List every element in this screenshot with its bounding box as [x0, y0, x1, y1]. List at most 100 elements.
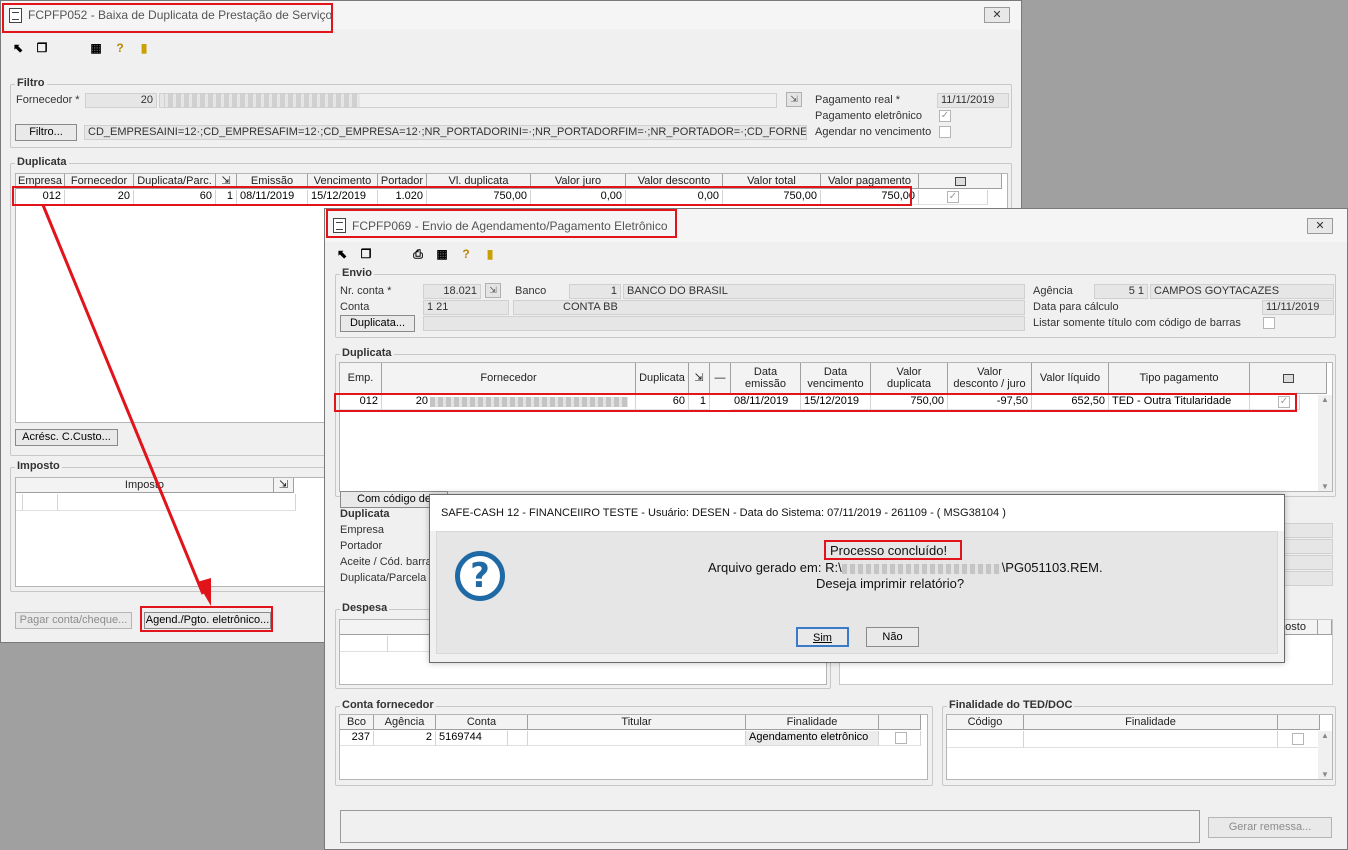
col-valor-desconto-juro[interactable]: Valor desconto / juro — [948, 363, 1032, 394]
sim-button[interactable]: Sim — [796, 627, 849, 647]
cell-select[interactable] — [1278, 731, 1320, 748]
table-row[interactable]: 012 20 60 1 08/11/2019 15/12/2019 750,00… — [340, 395, 1300, 410]
execute-icon[interactable]: ⬉ — [11, 41, 25, 55]
col-imposto[interactable]: Imposto — [16, 478, 274, 493]
row-checkbox[interactable]: ✓ — [1278, 396, 1290, 408]
col-vl-duplicata[interactable]: Vl. duplicata — [427, 174, 531, 189]
cell-titular — [528, 731, 746, 746]
col-fornecedor[interactable]: Fornecedor — [65, 174, 134, 189]
filtro-button[interactable]: Filtro... — [15, 124, 77, 141]
col-select-all[interactable] — [919, 174, 1002, 189]
col-duplicata[interactable]: Duplicata — [636, 363, 689, 394]
nr-conta-label: Nr. conta * — [340, 285, 392, 297]
table-row[interactable]: 237 2 5169744 Agendamento eletrônico — [340, 731, 921, 746]
row-checkbox[interactable]: ✓ — [947, 191, 959, 203]
cell-tipo-pagamento: TED - Outra Titularidade — [1109, 395, 1250, 410]
table-row[interactable]: 012 20 60 1 08/11/2019 15/12/2019 1.020 … — [16, 190, 988, 205]
cell-agencia: 2 — [374, 731, 436, 746]
col-duplicata-parc[interactable]: Duplicata/Parc. — [134, 174, 216, 189]
duplicata-info-field — [423, 316, 1025, 331]
nao-button[interactable]: Não — [866, 627, 919, 647]
col-select-all[interactable] — [1250, 363, 1327, 394]
col-agencia[interactable]: Agência — [374, 715, 436, 730]
nr-conta-lookup-button[interactable]: ⇲ — [485, 283, 501, 298]
document-icon — [9, 7, 22, 23]
execute-icon[interactable]: ⬉ — [335, 247, 349, 261]
col-valor-total[interactable]: Valor total — [723, 174, 821, 189]
col-titular[interactable]: Titular — [528, 715, 746, 730]
col-empresa[interactable]: Empresa — [16, 174, 65, 189]
col-sort-icon[interactable]: ⇲ — [216, 174, 237, 189]
col-imposto-sort-icon[interactable]: ⇲ — [274, 478, 294, 493]
windows-icon[interactable]: ❐ — [35, 41, 49, 55]
col-valor-desconto[interactable]: Valor desconto — [626, 174, 723, 189]
col-emissao[interactable]: Emissão — [237, 174, 308, 189]
scroll-down-icon[interactable]: ▼ — [1318, 482, 1332, 491]
col-blank — [1318, 620, 1332, 635]
col-data-vencimento[interactable]: Data vencimento — [801, 363, 871, 394]
nr-conta-field[interactable]: 18.021 — [423, 284, 481, 299]
table-row[interactable] — [16, 494, 296, 511]
calculator-icon[interactable]: ▦ — [435, 247, 449, 261]
fornecedor-lookup-button[interactable]: ⇲ — [786, 92, 802, 107]
windows-icon[interactable]: ❐ — [359, 247, 373, 261]
status-bar — [340, 810, 1200, 843]
agend-pgto-eletronico-button[interactable]: Agend./Pgto. eletrônico... — [144, 612, 271, 629]
col-valor-duplicata[interactable]: Valor duplicata — [871, 363, 948, 394]
row-checkbox[interactable] — [1292, 733, 1304, 745]
acresc-ccusto-button[interactable]: Acrésc. C.Custo... — [15, 429, 118, 446]
col-valor-liquido[interactable]: Valor líquido — [1032, 363, 1109, 394]
window2-close-button[interactable]: ✕ — [1307, 218, 1333, 234]
cell-select[interactable]: ✓ — [1250, 395, 1300, 410]
exit-door-icon[interactable]: ▮ — [483, 247, 497, 261]
col-finalidade[interactable]: Finalidade — [1024, 715, 1278, 730]
col-conta[interactable]: Conta — [436, 715, 528, 730]
filtro-text-field[interactable]: CD_EMPRESAINI=12·;CD_EMPRESAFIM=12·;CD_E… — [84, 125, 807, 140]
help-icon[interactable]: ? — [113, 41, 127, 55]
filtro-group-title: Filtro — [15, 77, 47, 89]
cell-select[interactable]: ✓ — [919, 190, 988, 205]
cell-vencimento: 15/12/2019 — [308, 190, 378, 205]
listar-codigo-barras-checkbox[interactable] — [1263, 317, 1275, 329]
path-redacted — [841, 563, 1002, 574]
duplicata-button[interactable]: Duplicata... — [340, 315, 415, 332]
col-valor-pagamento[interactable]: Valor pagamento — [821, 174, 919, 189]
gerar-remessa-button[interactable]: Gerar remessa... — [1208, 817, 1332, 838]
cell-select[interactable] — [879, 731, 921, 746]
col-data-emissao[interactable]: Data emissão — [731, 363, 801, 394]
col-vencimento[interactable]: Vencimento — [308, 174, 378, 189]
calculator-icon[interactable]: ▦ — [89, 41, 103, 55]
duplicata-envio-grid: Emp. Fornecedor Duplicata ⇲ — Data emiss… — [339, 362, 1333, 492]
col-tipo-pagamento[interactable]: Tipo pagamento — [1109, 363, 1250, 394]
col-parcela[interactable]: — — [710, 363, 731, 394]
help-icon[interactable]: ? — [459, 247, 473, 261]
pagar-conta-button[interactable]: Pagar conta/cheque... — [15, 612, 132, 629]
question-icon: ? — [455, 551, 505, 601]
col-bco[interactable]: Bco — [340, 715, 374, 730]
window1-close-button[interactable]: ✕ — [984, 7, 1010, 23]
scroll-up-icon[interactable]: ▲ — [1318, 395, 1332, 404]
scroll-up-icon[interactable]: ▲ — [1318, 731, 1332, 740]
table-row[interactable] — [947, 731, 1320, 748]
exit-door-icon[interactable]: ▮ — [137, 41, 151, 55]
duplicata-scrollbar[interactable]: ▲ ▼ — [1318, 395, 1332, 491]
dialog-message-line2: Arquivo gerado em: R:\ \PG051103.REM. — [708, 560, 1103, 575]
col-emp[interactable]: Emp. — [340, 363, 382, 394]
cell-duplicata: 60 — [636, 395, 689, 410]
agendar-vencimento-checkbox[interactable] — [939, 126, 951, 138]
pagamento-real-field[interactable]: 11/11/2019 — [937, 93, 1009, 108]
data-calculo-field[interactable]: 11/11/2019 — [1262, 300, 1334, 315]
col-codigo[interactable]: Código — [947, 715, 1024, 730]
col-valor-juro[interactable]: Valor juro — [531, 174, 626, 189]
row-checkbox[interactable] — [895, 732, 907, 744]
scroll-down-icon[interactable]: ▼ — [1318, 770, 1332, 779]
col-portador[interactable]: Portador — [378, 174, 427, 189]
pagamento-eletronico-checkbox[interactable]: ✓ — [939, 110, 951, 122]
col-finalidade[interactable]: Finalidade — [746, 715, 879, 730]
col-sort-icon[interactable]: ⇲ — [689, 363, 710, 394]
fornecedor-code-field[interactable]: 20 — [85, 93, 157, 108]
print-icon[interactable]: ⎙ — [411, 247, 425, 261]
col-fornecedor[interactable]: Fornecedor — [382, 363, 636, 394]
finalidade-scrollbar[interactable]: ▲ ▼ — [1318, 731, 1332, 779]
imposto-grid: Imposto ⇲ — [15, 477, 325, 587]
